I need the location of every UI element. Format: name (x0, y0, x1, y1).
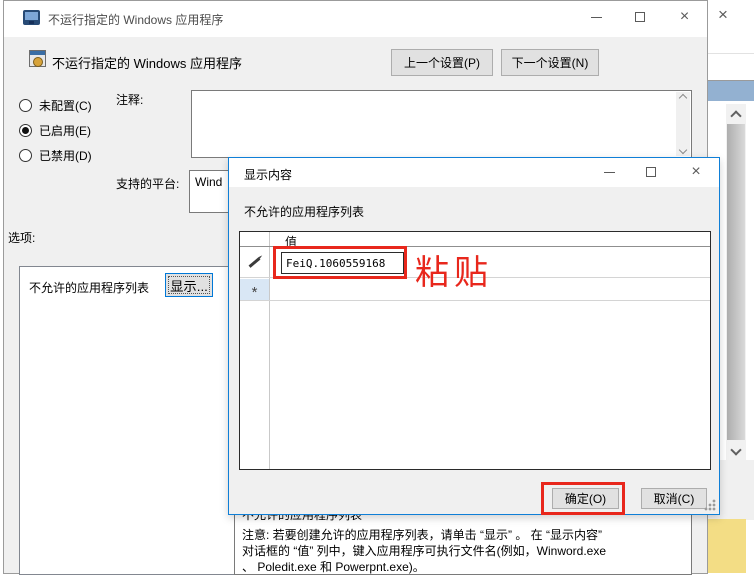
vertical-scrollbar[interactable] (726, 104, 746, 460)
new-row-selector-cell[interactable]: * (240, 279, 269, 300)
scrollbar-track[interactable] (727, 124, 745, 440)
resize-grip[interactable] (704, 499, 716, 511)
radio-enabled[interactable]: 已启用(E) (19, 122, 91, 138)
annotation-box-ok (541, 482, 625, 515)
policy-setting-icon (29, 50, 46, 67)
comment-scrollbar[interactable] (676, 92, 690, 156)
previous-setting-button[interactable]: 上一个设置(P) (391, 49, 493, 76)
focus-outline (168, 276, 210, 294)
comment-textarea[interactable] (191, 90, 692, 158)
radio-selected-icon (19, 124, 32, 137)
selected-row-band (706, 80, 754, 101)
scroll-down-icon[interactable] (732, 446, 740, 454)
minimize-button[interactable] (592, 158, 626, 186)
cancel-button[interactable]: 取消(C) (641, 488, 707, 509)
radio-label: 已启用(E) (39, 122, 91, 139)
row-selector-cell[interactable] (240, 248, 269, 277)
maximize-button[interactable] (618, 1, 662, 33)
close-button[interactable]: × (679, 158, 713, 186)
annotation-box-value (273, 246, 407, 279)
close-icon[interactable]: × (710, 2, 736, 28)
new-row-asterisk-icon: * (252, 290, 258, 296)
title-bar: 不运行指定的 Windows 应用程序 × (4, 1, 707, 37)
radio-not-configured[interactable]: 未配置(C) (19, 97, 92, 113)
radio-disabled[interactable]: 已禁用(D) (19, 147, 92, 163)
next-setting-button[interactable]: 下一个设置(N) (501, 49, 599, 76)
platform-value: Wind (195, 175, 222, 189)
radio-label: 未配置(C) (39, 97, 92, 114)
dialog-title: 显示内容 (244, 166, 292, 183)
window-title: 不运行指定的 Windows 应用程序 (48, 11, 223, 28)
minimize-icon (591, 17, 602, 18)
maximize-button[interactable] (634, 158, 668, 186)
platform-label: 支持的平台: (116, 175, 179, 192)
close-button[interactable]: × (662, 1, 707, 33)
radio-icon (19, 149, 32, 162)
setting-header: 不运行指定的 Windows 应用程序 (52, 53, 242, 72)
show-button[interactable]: 显示... (165, 273, 213, 297)
minimize-button[interactable] (574, 1, 618, 33)
show-contents-dialog: 显示内容 × 不允许的应用程序列表 值 FeiQ.1060559168 * 确定… (228, 157, 720, 515)
minimize-icon (604, 172, 615, 173)
dialog-list-label: 不允许的应用程序列表 (244, 203, 364, 220)
options-label: 选项: (8, 229, 35, 246)
help-line-2: 对话框的 “值” 列中，键入应用程序可执行文件名(例如，Winword.exe (242, 544, 686, 559)
pencil-edit-icon (249, 257, 261, 268)
comment-label: 注释: (116, 91, 143, 108)
maximize-icon (635, 12, 645, 22)
scroll-down-icon[interactable] (679, 146, 687, 154)
help-line-1: 注意: 若要创建允许的应用程序列表，请单击 “显示” 。 在 “显示内容” (242, 528, 686, 543)
divider (706, 53, 754, 54)
options-panel: 不允许的应用程序列表 显示... (19, 266, 235, 575)
app-list-label: 不允许的应用程序列表 (29, 279, 149, 296)
radio-icon (19, 99, 32, 112)
annotation-paste-label: 粘贴 (415, 245, 493, 294)
radio-label: 已禁用(D) (39, 147, 92, 164)
scroll-up-icon[interactable] (732, 112, 740, 120)
scroll-up-icon[interactable] (679, 94, 687, 102)
dialog-title-bar: 显示内容 × (229, 158, 719, 187)
highlighted-note-block (707, 519, 746, 573)
policy-window-icon (23, 10, 40, 25)
maximize-icon (646, 167, 656, 177)
